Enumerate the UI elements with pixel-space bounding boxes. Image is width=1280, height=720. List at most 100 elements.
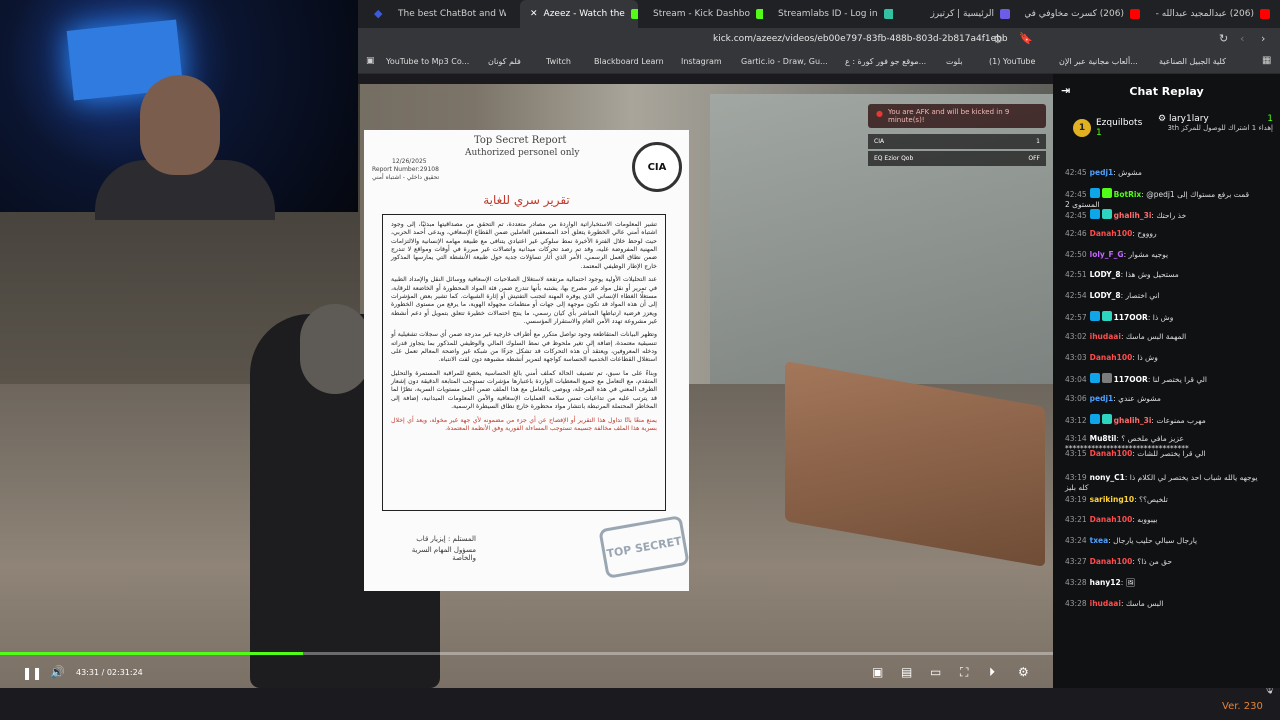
message-time: 43:02 — [1065, 332, 1087, 341]
tab-streamlabs[interactable]: Streamlabs ID - Log in — [768, 0, 893, 28]
message-username[interactable]: ghalih_3i — [1114, 211, 1152, 220]
chat-message: 43:28 hany12: 🖼 — [1065, 578, 1136, 587]
chat-message: 42:51 LODY_8: مستحيل وش هذا — [1065, 270, 1179, 279]
chat-message: 42:57 117OOR: وش ذا — [1065, 311, 1174, 322]
forward-icon[interactable]: › — [1261, 32, 1265, 45]
bookmark-item[interactable]: Blackboard Learn — [594, 57, 664, 66]
message-username[interactable]: nony_C1 — [1090, 473, 1125, 482]
secret-report-document: Top Secret Report Authorized personel on… — [364, 130, 690, 591]
tab-youtube-1[interactable]: (206) كسرت مخاوفي في الح — [1025, 0, 1150, 28]
tab-youtube-2[interactable]: (206) عبدالمجيد عبدالله - عا — [1152, 0, 1280, 28]
bookmark-item[interactable]: Twitch — [546, 57, 571, 66]
leaderboard-item: ⚙ lary1lary 1 إهداء 1 اشتراك للوصول للمر… — [1158, 114, 1273, 132]
message-time: 43:19 — [1065, 495, 1087, 504]
message-username[interactable]: Mu8til — [1090, 434, 1117, 443]
hud-row: EQ Ezior Qob OFF — [868, 151, 1046, 166]
tab-kick-dashboard[interactable]: Stream - Kick Dashbo — [643, 0, 763, 28]
message-username[interactable]: hany12 — [1090, 578, 1121, 587]
site-settings-icon[interactable]: ⚙ — [993, 33, 1003, 46]
bookmark-item[interactable]: بلوت — [946, 57, 963, 66]
chat-message: 42:50 loly_F_G: يوجيه مشوار — [1065, 250, 1169, 259]
close-icon[interactable]: ✕ — [530, 9, 538, 19]
leader-count: 1 — [1267, 114, 1273, 124]
message-username[interactable]: pedj1 — [1090, 168, 1114, 177]
game-character-head — [300, 304, 370, 394]
document-date: 12/26/2025 — [392, 158, 427, 165]
bookmark-item[interactable]: كلية الجبيل الصناعية — [1159, 57, 1226, 66]
message-username[interactable]: Danah100 — [1090, 515, 1133, 524]
message-time: 43:24 — [1065, 536, 1087, 545]
all-bookmarks-icon[interactable]: ▦ — [1262, 55, 1271, 66]
pause-icon[interactable]: ❚❚ — [22, 666, 42, 680]
collapse-chat-icon[interactable]: ⇥ — [1061, 84, 1070, 97]
back-icon[interactable]: ‹ — [1240, 32, 1244, 45]
message-username[interactable]: LODY_8 — [1090, 291, 1121, 300]
message-username[interactable]: BotRix — [1114, 190, 1142, 199]
message-username[interactable]: Danah100 — [1090, 353, 1133, 362]
chat-message: 43:06 pedj1: مشوش عندي — [1065, 394, 1161, 403]
clip-icon[interactable]: ▣ — [872, 665, 883, 679]
reload-icon[interactable]: ↻ — [1219, 32, 1228, 45]
seek-bar[interactable] — [0, 652, 1053, 655]
theater-icon[interactable]: ▤ — [901, 665, 912, 679]
bookmark-item[interactable]: فلم كونان — [488, 57, 521, 66]
message-username[interactable]: ghalih_3i — [1114, 416, 1152, 425]
tab-label: The best ChatBot and Wi... — [398, 9, 506, 19]
message-username[interactable]: Danah100 — [1090, 449, 1133, 458]
youtube-icon — [1260, 9, 1270, 19]
time-display: 43:31 / 02:31:24 — [76, 668, 143, 677]
message-username[interactable]: ihudaai — [1090, 332, 1121, 341]
message-text: تلخيص؟؟ — [1139, 495, 1168, 504]
fullscreen-icon[interactable]: ⛶ — [960, 665, 968, 680]
bookmark-icon[interactable]: 🔖 — [1019, 32, 1033, 45]
game-hud: You are AFK and will be kicked in 9 minu… — [868, 104, 1046, 174]
tab-label: Streamlabs ID - Log in — [778, 9, 878, 19]
message-text: حق من ذا؟ — [1137, 557, 1173, 566]
signature-role: مسؤول المهام السرية والخاصة — [411, 546, 476, 562]
message-username[interactable]: txea — [1090, 536, 1109, 545]
message-username[interactable]: pedj1 — [1090, 394, 1114, 403]
site-icon — [1000, 9, 1010, 19]
miniplayer-icon[interactable]: ▭ — [930, 665, 941, 679]
message-username[interactable]: 117OOR — [1114, 375, 1148, 384]
message-username[interactable]: ihudaai — [1090, 599, 1121, 608]
message-username[interactable]: 117OOR — [1114, 313, 1148, 322]
message-time: 43:28 — [1065, 578, 1087, 587]
document-body-box: تشير المعلومات الاستخباراتية الواردة من … — [382, 214, 666, 511]
bookmark-item[interactable]: Instagram — [681, 57, 722, 66]
tab-azeez-video[interactable]: ✕ Azeez - Watch the — [520, 0, 638, 28]
message-username[interactable]: LODY_8 — [1090, 270, 1121, 279]
url-field[interactable]: kick.com/azeez/videos/eb00e797-83fb-488b… — [713, 34, 1008, 44]
user-badge-icon — [1101, 311, 1112, 321]
message-time: 43:15 — [1065, 449, 1087, 458]
message-time: 42:54 — [1065, 291, 1087, 300]
bookmark-item[interactable]: موقع جو فور كورة : ع... — [845, 57, 926, 66]
bookmark-item[interactable]: ألعاب مجانية عبر الإن... — [1059, 57, 1138, 66]
bookmark-item[interactable]: Gartic.io - Draw, Gu... — [741, 57, 828, 66]
volume-icon[interactable]: 🔊 — [50, 665, 65, 679]
tab-home[interactable]: الرئيسية | كرتيرز — [900, 0, 1020, 28]
document-warning: يمنع منعًا باتًا تداول هذا التقرير أو ال… — [391, 416, 657, 432]
top-secret-stamp: TOP SECRET — [598, 515, 690, 579]
bookmark-item[interactable]: (1) YouTube — [989, 57, 1035, 66]
chat-message: 43:21 Danah100: بيبووبه — [1065, 515, 1158, 524]
settings-gear-icon[interactable]: ⚙ — [1018, 665, 1029, 679]
chat-message: 43:28 ihudaai: البس ماسك — [1065, 599, 1164, 608]
chat-message: 43:15 Danah100: الي قرا يختصر للشات — [1065, 449, 1206, 458]
message-username[interactable]: Danah100 — [1090, 229, 1133, 238]
speed-icon[interactable]: ⏵ — [989, 665, 995, 680]
chat-message: 42:54 LODY_8: اني اختصار — [1065, 291, 1160, 300]
message-username[interactable]: sariking10 — [1090, 495, 1135, 504]
message-username[interactable]: Danah100 — [1090, 557, 1133, 566]
report-number: Report Number:29108 — [372, 166, 439, 173]
bookmark-item[interactable]: YouTube to Mp3 Co... — [386, 57, 469, 66]
message-text: روووح — [1137, 229, 1157, 238]
user-badge-icon — [1101, 373, 1112, 383]
message-username[interactable]: loly_F_G — [1090, 250, 1124, 259]
tab-chatbot[interactable]: The best ChatBot and Wi... — [388, 0, 506, 28]
chat-message: 42:45 ghalih_3i: خذ راحتك — [1065, 209, 1187, 220]
message-time: 43:14 — [1065, 434, 1087, 443]
document-title: Top Secret Report — [474, 135, 567, 146]
streamlabs-icon — [883, 9, 893, 19]
document-paragraph: وتظهر البيانات المتقاطعة وجود تواصل متكر… — [391, 331, 657, 364]
